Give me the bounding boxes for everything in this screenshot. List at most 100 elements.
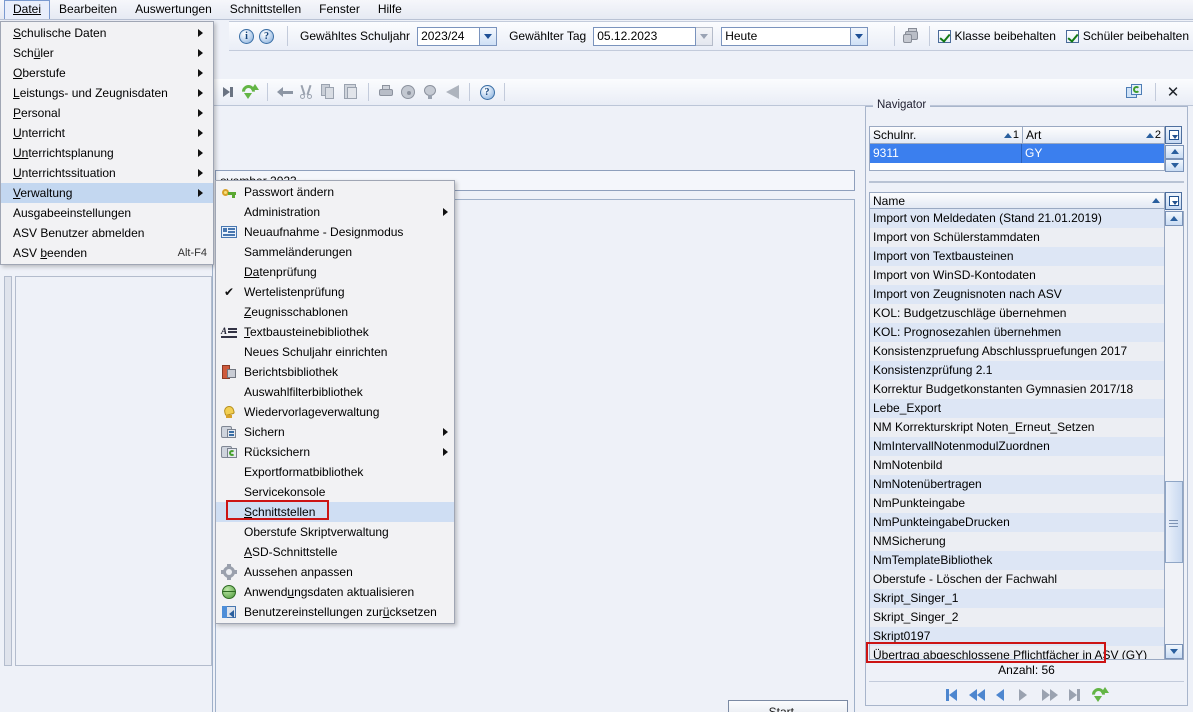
schuljahr-combo[interactable]: 2023/24 xyxy=(417,26,498,46)
menu-item-anwendungsdaten-aktualisieren[interactable]: Anwendungsdaten aktualisieren xyxy=(216,582,454,602)
menubar-item-schnittstellen[interactable]: Schnittstellen xyxy=(221,0,310,19)
scroll-down-button-school[interactable] xyxy=(1165,158,1184,172)
menu-item-neuaufnahme-designmodus[interactable]: Neuaufnahme - Designmodus xyxy=(216,222,454,242)
refresh-records-icon[interactable] xyxy=(1088,685,1109,704)
menu-item-administration[interactable]: Administration xyxy=(216,202,454,222)
next-page-button[interactable] xyxy=(1041,689,1060,702)
list-item[interactable]: NmTemplateBibliothek xyxy=(870,551,1164,571)
scroll-down-button-name[interactable] xyxy=(1165,644,1183,659)
list-item[interactable]: Skript_Singer_2 xyxy=(870,608,1164,628)
menu-item-neues-schuljahr-einrichten[interactable]: Neues Schuljahr einrichten xyxy=(216,342,454,362)
list-item[interactable]: Konsistenzpruefung Abschlusspruefungen 2… xyxy=(870,342,1164,362)
help-icon[interactable]: ? xyxy=(259,28,274,44)
refresh-icon[interactable] xyxy=(239,81,261,103)
scroll-up-button-school[interactable] xyxy=(1165,145,1184,159)
menu-item-oberstufe-skriptverwaltung[interactable]: Oberstufe Skriptverwaltung xyxy=(216,522,454,542)
close-window-icon[interactable]: ✕ xyxy=(1162,81,1184,103)
menu-item-asv-beenden[interactable]: ASV beenden Alt-F4 xyxy=(1,243,213,263)
menubar-item-fenster[interactable]: Fenster xyxy=(310,0,369,19)
menu-item-auswahlfilterbibliothek[interactable]: Auswahlfilterbibliothek xyxy=(216,382,454,402)
menu-item-schulische-daten[interactable]: Schulische Daten xyxy=(1,23,213,43)
menu-item-unterrichtssituation[interactable]: Unterrichtssituation xyxy=(1,163,213,183)
menu-item-wertelistenprüfung[interactable]: ✔ Wertelistenprüfung xyxy=(216,282,454,302)
column-header-name[interactable]: Name xyxy=(870,193,1164,208)
cut-icon[interactable] xyxy=(296,81,318,103)
bulb-icon[interactable] xyxy=(419,81,441,103)
menu-item-ausgabeeinstellungen[interactable]: Ausgabeeinstellungen xyxy=(1,203,213,223)
list-item[interactable]: Korrektur Budgetkonstanten Gymnasien 201… xyxy=(870,380,1164,400)
column-header-art[interactable]: Art 2 xyxy=(1022,127,1164,143)
menu-item-sammeländerungen[interactable]: Sammeländerungen xyxy=(216,242,454,262)
menu-item-servicekonsole[interactable]: Servicekonsole xyxy=(216,482,454,502)
table-row-schulnr[interactable]: 9311 xyxy=(870,144,1022,163)
menu-item-benutzereinstellungen-zurücksetzen[interactable]: Benutzereinstellungen zurücksetzen xyxy=(216,602,454,622)
first-record-button[interactable] xyxy=(945,689,960,702)
zeitbezug-dropdown-button[interactable] xyxy=(851,26,869,46)
menu-item-unterrichtsplanung[interactable]: Unterrichtsplanung xyxy=(1,143,213,163)
list-item[interactable]: Lebe_Export xyxy=(870,399,1164,419)
previous-record-button[interactable] xyxy=(995,689,1010,702)
list-item[interactable]: NmPunkteingabe xyxy=(870,494,1164,514)
column-config-button-name[interactable] xyxy=(1165,192,1182,210)
list-item[interactable]: NmNotenübertragen xyxy=(870,475,1164,495)
restore-window-icon[interactable] xyxy=(1123,81,1145,103)
list-item[interactable]: Import von Zeugnisnoten nach ASV xyxy=(870,285,1164,305)
list-item[interactable]: NM Korrekturskript Noten_Erneut_Setzen xyxy=(870,418,1164,438)
menubar-item-hilfe[interactable]: Hilfe xyxy=(369,0,411,19)
list-item[interactable]: Import von WinSD-Kontodaten xyxy=(870,266,1164,286)
menu-item-aussehen-anpassen[interactable]: Aussehen anpassen xyxy=(216,562,454,582)
menu-item-verwaltung[interactable]: Verwaltung xyxy=(1,183,213,203)
info-icon[interactable]: i xyxy=(239,28,254,44)
left-collapsed-panel-1[interactable] xyxy=(4,276,12,666)
cd-icon[interactable] xyxy=(397,81,419,103)
list-item[interactable]: KOL: Budgetzuschläge übernehmen xyxy=(870,304,1164,324)
list-item[interactable]: NmPunkteingabeDrucken xyxy=(870,513,1164,533)
list-item[interactable]: NMSicherung xyxy=(870,532,1164,552)
start-button[interactable]: Start ... xyxy=(728,700,848,712)
column-header-schulnr[interactable]: Schulnr. 1 xyxy=(870,127,1022,143)
list-item[interactable]: NmNotenbild xyxy=(870,456,1164,476)
scroll-up-button-name[interactable] xyxy=(1165,211,1183,226)
menu-item-asv-benutzer-abmelden[interactable]: ASV Benutzer abmelden xyxy=(1,223,213,243)
menu-item-sichern[interactable]: Sichern xyxy=(216,422,454,442)
list-item[interactable]: Import von Textbausteinen xyxy=(870,247,1164,267)
last-record-button[interactable] xyxy=(1068,689,1083,702)
menu-item-leistungs-und-zeugnisdaten[interactable]: Leistungs- und Zeugnisdaten xyxy=(1,83,213,103)
menu-item-wiedervorlageverwaltung[interactable]: Wiedervorlageverwaltung xyxy=(216,402,454,422)
menubar-item-bearbeiten[interactable]: Bearbeiten xyxy=(50,0,126,19)
name-grid-scrollbar[interactable] xyxy=(1165,211,1184,660)
menu-item-schüler[interactable]: Schüler xyxy=(1,43,213,63)
next-record-button[interactable] xyxy=(1018,689,1033,702)
menu-item-exportformatbibliothek[interactable]: Exportformatbibliothek xyxy=(216,462,454,482)
schuljahr-value[interactable]: 2023/24 xyxy=(417,26,481,46)
menu-item-oberstufe[interactable]: Oberstufe xyxy=(1,63,213,83)
list-item[interactable]: Import von Schülerstammdaten xyxy=(870,228,1164,248)
menubar-item-datei[interactable]: Datei xyxy=(4,0,51,19)
tag-value[interactable]: 05.12.2023 xyxy=(593,26,697,46)
last-record-icon[interactable] xyxy=(217,81,239,103)
list-item[interactable]: Skript0197 xyxy=(870,627,1164,647)
menu-item-datenprüfung[interactable]: Datenprüfung xyxy=(216,262,454,282)
schuljahr-dropdown-button[interactable] xyxy=(480,26,498,46)
printer-icon[interactable] xyxy=(902,28,921,44)
previous-page-button[interactable] xyxy=(968,689,987,702)
menu-item-schnittstellen[interactable]: Schnittstellen xyxy=(216,502,454,522)
menu-item-passwort-ändern[interactable]: Passwort ändern xyxy=(216,182,454,202)
name-grid-body[interactable]: Import von Meldedaten (Stand 21.01.2019)… xyxy=(869,209,1165,660)
list-item[interactable]: Übertrag abgeschlossene Pflichtfächer in… xyxy=(870,646,1164,660)
paste-icon[interactable] xyxy=(340,81,362,103)
menu-item-berichtsbibliothek[interactable]: Berichtsbibliothek xyxy=(216,362,454,382)
column-config-button-school[interactable] xyxy=(1165,126,1182,144)
list-item[interactable]: Skript_Singer_1 xyxy=(870,589,1164,609)
menu-item-unterricht[interactable]: Unterricht xyxy=(1,123,213,143)
schueler-beibehalten-checkbox[interactable]: Schüler beibehalten xyxy=(1065,29,1189,43)
list-item[interactable]: Oberstufe - Löschen der Fachwahl xyxy=(870,570,1164,590)
menu-item-textbausteinebibliothek[interactable]: A Textbausteinebibliothek xyxy=(216,322,454,342)
menubar-item-auswertungen[interactable]: Auswertungen xyxy=(126,0,221,19)
back-arrow-icon[interactable] xyxy=(274,81,296,103)
menu-item-zeugnisschablonen[interactable]: Zeugnisschablonen xyxy=(216,302,454,322)
zeitbezug-combo[interactable]: Heute xyxy=(721,26,869,46)
menu-item-rücksichern[interactable]: Rücksichern xyxy=(216,442,454,462)
list-item[interactable]: NmIntervallNotenmodulZuordnen xyxy=(870,437,1164,457)
tag-dropdown-button[interactable] xyxy=(696,26,714,46)
